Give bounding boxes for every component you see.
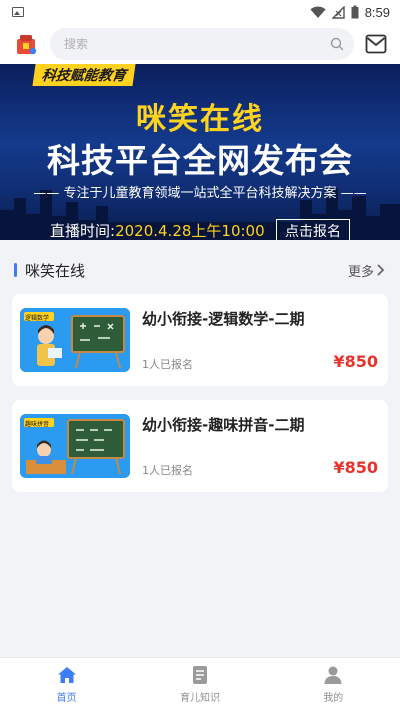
tab-parenting-label: 育儿知识 bbox=[179, 693, 220, 704]
enroll-count: 1人已报名 bbox=[142, 358, 193, 371]
user-icon bbox=[324, 666, 342, 684]
course-title: 幼小衔接-趣味拼音-二期 bbox=[142, 416, 305, 434]
status-time: 8:59 bbox=[364, 4, 390, 20]
course-price: ¥850 bbox=[333, 352, 378, 371]
tab-home[interactable]: 首页 bbox=[0, 658, 133, 711]
status-right: 8:59 bbox=[310, 5, 390, 20]
tab-mine-label: 我的 bbox=[323, 693, 344, 704]
document-icon bbox=[192, 666, 207, 684]
enroll-count: 1人已报名 bbox=[142, 464, 193, 477]
course-card[interactable]: 趣味拼音 幼小衔接-趣味拼音-二期 1人已报名 ¥850 bbox=[12, 400, 388, 492]
search-icon[interactable] bbox=[330, 37, 344, 51]
register-button[interactable]: 点击报名 bbox=[276, 219, 350, 240]
section-accent-bar bbox=[14, 263, 17, 277]
live-value: 2020.4.28上午10:00 bbox=[115, 222, 265, 240]
tab-parenting[interactable]: 育儿知识 bbox=[133, 658, 266, 711]
promo-banner[interactable]: 科技赋能教育 咪笑在线 科技平台全网发布会 —— 专注于儿童教育领域一站式全平台… bbox=[0, 64, 400, 240]
battery-icon bbox=[351, 5, 359, 19]
section-title: 咪笑在线 bbox=[25, 261, 86, 280]
tab-home-label: 首页 bbox=[56, 693, 77, 704]
tab-mine[interactable]: 我的 bbox=[267, 658, 400, 711]
course-thumbnail: 逻辑数学 bbox=[20, 308, 130, 372]
app-header bbox=[0, 24, 400, 64]
banner-subtitle: —— 专注于儿童教育领域一站式全平台科技解决方案 —— bbox=[33, 186, 367, 201]
thumb-badge: 逻辑数学 bbox=[25, 315, 50, 322]
wifi-icon bbox=[310, 6, 326, 18]
mail-icon bbox=[365, 34, 387, 54]
course-price: ¥850 bbox=[333, 458, 378, 477]
banner-title-line1: 咪笑在线 bbox=[136, 102, 264, 137]
section-title-wrap: 咪笑在线 bbox=[14, 260, 85, 281]
thumb-badge: 趣味拼音 bbox=[25, 421, 50, 428]
course-card[interactable]: 逻辑数学 幼小衔接-逻辑数学-二期 1人已报名 ¥850 bbox=[12, 294, 388, 386]
home-icon bbox=[57, 667, 76, 683]
course-thumbnail: 趣味拼音 bbox=[20, 414, 130, 478]
more-label: 更多 bbox=[347, 264, 374, 280]
live-label: 直播时间: bbox=[50, 222, 116, 240]
chevron-right-icon bbox=[377, 264, 385, 276]
banner-title-line2: 科技平台全网发布会 bbox=[47, 141, 353, 180]
more-button[interactable]: 更多 bbox=[348, 261, 386, 280]
section-header: 咪笑在线 更多 bbox=[0, 252, 400, 288]
signal-icon bbox=[331, 5, 345, 19]
banner-live-time: 直播时间:2020.4.28上午10:00 bbox=[50, 220, 265, 240]
message-button[interactable] bbox=[362, 30, 390, 58]
search-input[interactable] bbox=[64, 37, 330, 51]
bottom-tab-bar: 首页 育儿知识 我的 bbox=[0, 657, 400, 711]
status-bar: 8:59 bbox=[0, 0, 400, 24]
app-logo-icon[interactable] bbox=[14, 32, 38, 56]
banner-tag: 科技赋能教育 bbox=[32, 64, 136, 86]
search-bar[interactable] bbox=[50, 28, 354, 60]
course-title: 幼小衔接-逻辑数学-二期 bbox=[142, 310, 305, 328]
image-notification-icon bbox=[12, 7, 24, 17]
